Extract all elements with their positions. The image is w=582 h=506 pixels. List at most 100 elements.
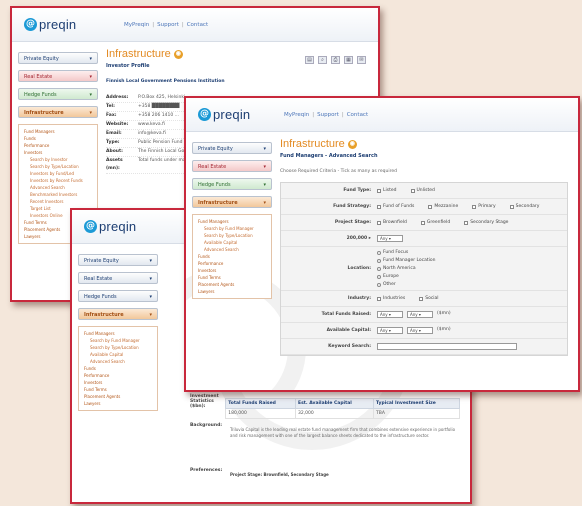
sidebar-submenu-item[interactable]: Lawyers — [84, 400, 152, 407]
sidebar-submenu-item[interactable]: Performance — [198, 260, 266, 267]
option-checkbox[interactable]: Greenfield — [420, 220, 450, 225]
form-label: 200,000 ▸ — [346, 236, 371, 241]
sidebar-submenu-item[interactable]: Performance — [24, 142, 92, 149]
logo[interactable]: @ preqin — [84, 219, 136, 234]
sidebar-submenu-item[interactable]: Search by Type/Location — [198, 232, 266, 239]
field-value: +358 206 1410 ... — [138, 113, 179, 118]
sidebar-submenu-item[interactable]: Investors by Recent Funds — [24, 177, 92, 184]
range-min-select[interactable]: Any ▾ — [377, 311, 403, 318]
range-min-select[interactable]: Any ▾ — [377, 327, 403, 334]
option-checkbox[interactable]: Industries — [377, 296, 405, 301]
option-checkbox[interactable]: Mezzanine — [428, 204, 458, 209]
option-checkbox[interactable]: Fund Focus — [377, 250, 436, 255]
option-checkbox[interactable]: North America — [377, 266, 436, 271]
option-checkbox[interactable]: Fund of Funds — [377, 204, 414, 209]
sidebar-submenu-item[interactable]: Search by Type/Location — [84, 344, 152, 351]
sidebar-submenu-item[interactable]: Search by Type/Location — [24, 163, 92, 170]
sidebar-submenu-item[interactable]: Investors — [84, 379, 152, 386]
nav-support[interactable]: Support — [317, 112, 339, 118]
form-label: Location: — [347, 266, 371, 271]
option-checkbox[interactable]: Unlisted — [410, 188, 435, 193]
nav-mypreqin[interactable]: MyPreqin — [284, 112, 309, 118]
sidebar-private-equity[interactable]: Private Equity ▾ — [78, 254, 158, 266]
advanced-search-form: Fund Type: Listed Unlisted Fund Strategy: Fu… — [280, 182, 568, 356]
sidebar-infrastructure[interactable]: Infrastructure ▾ — [192, 196, 272, 208]
email-icon[interactable]: ✉ — [357, 56, 366, 64]
sidebar-submenu-item[interactable]: Investors — [24, 149, 92, 156]
select-dropdown[interactable]: Any ▾ — [377, 235, 403, 242]
sidebar-submenu-item[interactable]: Funds — [24, 135, 92, 142]
sidebar-submenu-item[interactable]: Search by Fund Manager — [198, 225, 266, 232]
sidebar-submenu-item[interactable]: Advanced Search — [24, 184, 92, 191]
logo-text: preqin — [99, 219, 137, 234]
sidebar-submenu-item[interactable]: Performance — [84, 372, 152, 379]
sidebar-submenu-item[interactable]: Funds — [84, 365, 152, 372]
option-checkbox[interactable]: Brownfield — [377, 220, 407, 225]
field-value: Public Pension Fund — [138, 140, 183, 145]
sidebar-submenu-item[interactable]: Fund Managers — [84, 330, 152, 337]
nav-contact[interactable]: Contact — [187, 22, 208, 28]
sidebar-submenu-item[interactable]: Advanced Search — [84, 358, 152, 365]
sidebar-submenu-item[interactable]: Fund Terms — [198, 274, 266, 281]
form-row: Keyword Search: — [281, 339, 567, 355]
sidebar-submenu-item[interactable]: Available Capital — [84, 351, 152, 358]
option-checkbox[interactable]: Europe — [377, 274, 436, 279]
form-row: Location: Fund Focus Fund Manager Location… — [281, 247, 567, 291]
sidebar-private-equity[interactable]: Private Equity ▾ — [18, 52, 98, 64]
nav-support[interactable]: Support — [157, 22, 179, 28]
top-nav: MyPreqin | Support | Contact — [124, 22, 209, 28]
sidebar-submenu-item[interactable]: Investors by Fund/Led — [24, 170, 92, 177]
table-row: 180,000 32,000 TBA — [225, 408, 461, 419]
sidebar-submenu-item[interactable]: Fund Managers — [24, 128, 92, 135]
search-icon[interactable]: ⌕ — [318, 56, 327, 64]
sidebar-infrastructure[interactable]: Infrastructure ▾ — [78, 308, 158, 320]
chevron-down-icon: ▾ — [263, 182, 266, 188]
sidebar-real-estate[interactable]: Real Estate ▾ — [18, 70, 98, 82]
sidebar-submenu-item[interactable]: Lawyers — [198, 288, 266, 295]
option-checkbox[interactable]: Secondary Stage — [464, 220, 508, 225]
sidebar-submenu-item[interactable]: Recent Investors — [24, 198, 92, 205]
sidebar-submenu-item[interactable]: Search by Fund Manager — [84, 337, 152, 344]
logo-text: preqin — [39, 17, 77, 32]
option-checkbox[interactable]: Primary — [472, 204, 496, 209]
logo[interactable]: @ preqin — [24, 17, 76, 32]
sidebar-hedge-funds[interactable]: Hedge Funds ▾ — [18, 88, 98, 100]
nav-mypreqin[interactable]: MyPreqin — [124, 22, 149, 28]
nav-contact[interactable]: Contact — [347, 112, 368, 118]
sidebar-submenu-item[interactable]: Funds — [198, 253, 266, 260]
sidebar-submenu-item[interactable]: Benchmarked Investors — [24, 191, 92, 198]
option-checkbox[interactable]: Secondary — [509, 204, 539, 209]
preferences-text: Project Stage: Brownfield, Secondary Sta… — [230, 472, 329, 477]
option-checkbox[interactable]: Other — [377, 282, 436, 287]
form-label: Available Capital: — [326, 328, 371, 333]
sidebar-submenu-item[interactable]: Search by Investor — [24, 156, 92, 163]
save-icon[interactable]: ▤ — [305, 56, 314, 64]
sidebar-hedge-funds[interactable]: Hedge Funds ▾ — [192, 178, 272, 190]
option-checkbox[interactable]: Listed — [377, 188, 397, 193]
sidebar-infrastructure[interactable]: Infrastructure ▾ — [18, 106, 98, 118]
print-icon[interactable]: ⎙ — [331, 56, 340, 64]
field-label: Assets (mn): — [106, 158, 123, 171]
sidebar-submenu-item[interactable]: Advanced Search — [198, 246, 266, 253]
logo[interactable]: @ preqin — [198, 107, 250, 122]
stats-table: Total Funds Raised Est. Available Capita… — [225, 398, 461, 419]
sidebar-hedge-funds[interactable]: Hedge Funds ▾ — [78, 290, 158, 302]
sidebar-submenu-item[interactable]: Fund Managers — [198, 218, 266, 225]
range-max-select[interactable]: Any ▾ — [407, 311, 433, 318]
sidebar-real-estate[interactable]: Real Estate ▾ — [78, 272, 158, 284]
export-icon[interactable]: ▦ — [344, 56, 353, 64]
sidebar-submenu-item[interactable]: Available Capital — [198, 239, 266, 246]
form-label: Fund Type: — [343, 188, 371, 193]
sidebar-real-estate[interactable]: Real Estate ▾ — [192, 160, 272, 172]
header: @ preqin MyPreqin | Support | Contact — [186, 98, 578, 132]
sidebar-submenu-item[interactable]: Investors — [198, 267, 266, 274]
sidebar-submenu-item[interactable]: Placement Agents — [198, 281, 266, 288]
range-max-select[interactable]: Any ▾ — [407, 327, 433, 334]
sidebar-submenu-item[interactable]: Placement Agents — [84, 393, 152, 400]
option-checkbox[interactable]: Fund Manager Location — [377, 258, 436, 263]
keyword-search-input[interactable] — [377, 343, 517, 350]
sidebar-private-equity[interactable]: Private Equity ▾ — [192, 142, 272, 154]
sidebar-submenu-item[interactable]: Fund Terms — [84, 386, 152, 393]
option-checkbox[interactable]: Social — [419, 296, 439, 301]
form-row: Project Stage: Brownfield Greenfield Second… — [281, 215, 567, 231]
